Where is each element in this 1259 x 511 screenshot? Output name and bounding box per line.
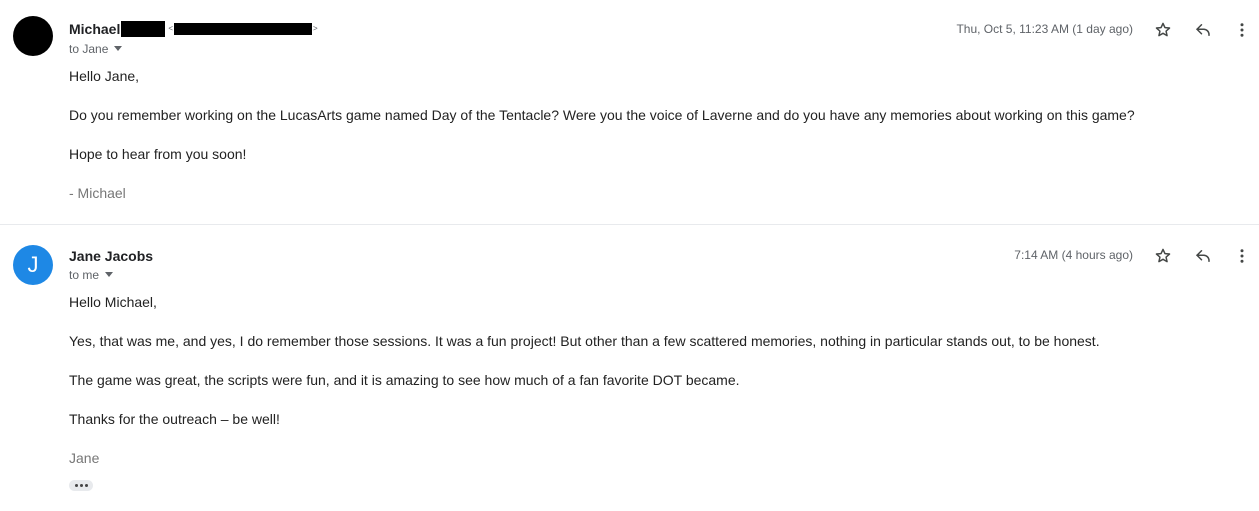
signature: Jane [69,450,100,466]
star-outline-icon [1155,248,1171,263]
body-paragraph: Do you remember working on the LucasArts… [69,107,1135,123]
ellipsis-icon [84,484,88,487]
body-paragraph: The game was great, the scripts were fun… [69,372,740,388]
sender-email[interactable]: < > [168,22,318,35]
reply-arrow-icon [1196,250,1210,262]
sender-line: Jane Jacobs [69,246,153,266]
star-button[interactable] [1151,244,1175,268]
caret-down-icon [105,272,114,278]
message-body: Hello Jane, Do you remember working on t… [69,66,1219,222]
reply-button[interactable] [1191,18,1215,42]
caret-down-icon [114,46,123,52]
signature: - Michael [69,185,126,201]
sender-line: Michael < > [69,19,318,39]
recipient-dropdown[interactable]: to Jane [69,41,123,57]
reply-button[interactable] [1191,244,1215,268]
body-paragraph: Hello Michael, [69,294,157,310]
body-paragraph: Yes, that was me, and yes, I do remember… [69,333,1100,349]
redacted-surname [121,20,166,37]
avatar[interactable]: J [13,245,53,285]
sender-name[interactable]: Jane Jacobs [69,248,153,264]
body-paragraph: Hope to hear from you soon! [69,146,247,162]
avatar[interactable] [13,16,53,56]
recipient-dropdown[interactable]: to me [69,267,114,283]
show-trimmed-content-button[interactable] [69,480,93,491]
star-button[interactable] [1151,18,1175,42]
star-outline-icon [1155,22,1171,37]
sender-name[interactable]: Michael [69,21,120,37]
email-message-jane: J Jane Jacobs to me 7:14 AM (4 hours ago… [0,225,1259,511]
recipient-label: to Jane [69,42,109,56]
message-date: Thu, Oct 5, 11:23 AM (1 day ago) [956,22,1133,36]
body-paragraph: Hello Jane, [69,68,140,84]
more-vertical-icon [1240,23,1244,37]
more-options-button[interactable] [1230,18,1254,42]
ellipsis-icon [74,484,78,487]
email-message-michael: Michael < > to Jane Thu, Oct 5, 11:23 AM (… [0,0,1259,225]
redacted-email [174,22,313,35]
recipient-label: to me [69,268,100,282]
more-options-button[interactable] [1230,244,1254,268]
body-paragraph: Thanks for the outreach – be well! [69,411,280,427]
ellipsis-icon [79,484,83,487]
more-vertical-icon [1240,249,1244,263]
reply-arrow-icon [1196,24,1210,36]
message-date: 7:14 AM (4 hours ago) [1014,248,1133,262]
email-thread: Michael < > to Jane Thu, Oct 5, 11:23 AM (… [0,0,1259,511]
message-body: Hello Michael, Yes, that was me, and yes… [69,292,1219,487]
